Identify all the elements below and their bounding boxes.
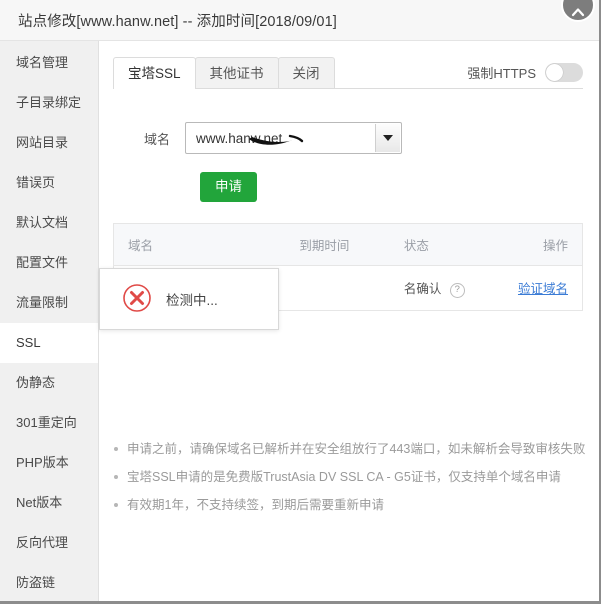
sidebar-item-rewrite[interactable]: 伪静态 — [0, 363, 98, 403]
toggle-knob — [546, 64, 563, 81]
sidebar-item-label: 反向代理 — [16, 535, 69, 550]
detecting-modal: 检测中... — [99, 268, 279, 330]
ssl-tabs: 宝塔SSL 其他证书 关闭 — [113, 57, 335, 89]
ssl-tabs-row: 宝塔SSL 其他证书 关闭 强制HTTPS — [113, 55, 583, 89]
sidebar-item-error-page[interactable]: 错误页 — [0, 163, 98, 203]
sidebar-item-label: 防盗链 — [16, 575, 56, 590]
modal-message: 检测中... — [166, 293, 218, 308]
sidebar-item-domain-manage[interactable]: 域名管理 — [0, 43, 98, 83]
sidebar-item-reverse-proxy[interactable]: 反向代理 — [0, 523, 98, 563]
ssl-notes-list: 申请之前，请确保域名已解析并在安全组放行了443端口，如未解析会导致审核失败 宝… — [113, 435, 585, 519]
force-https-toggle[interactable] — [545, 63, 583, 82]
domain-select-value: www.hanw.net — [196, 130, 283, 146]
sidebar-item-default-doc[interactable]: 默认文档 — [0, 203, 98, 243]
close-icon[interactable] — [561, 0, 595, 22]
error-circle-x-icon — [122, 283, 152, 316]
site-modify-window: 站点修改[www.hanw.net] -- 添加时间[2018/09/01] 域… — [0, 0, 601, 604]
apply-button[interactable]: 申请 — [200, 172, 257, 202]
status-text: 名确认 — [403, 281, 442, 296]
domain-select[interactable]: www.hanw.net — [185, 122, 402, 154]
tab-bt-ssl[interactable]: 宝塔SSL — [113, 57, 196, 89]
cell-action: 验证域名 — [494, 265, 583, 310]
sidebar-item-label: Net版本 — [16, 495, 63, 510]
sidebar-item-subdir-bind[interactable]: 子目录绑定 — [0, 83, 98, 123]
domain-field-row: 域名 www.hanw.net — [113, 122, 583, 154]
sidebar-item-label: 配置文件 — [16, 255, 69, 270]
sidebar-item-ssl[interactable]: SSL — [0, 323, 98, 363]
column-header-domain: 域名 — [113, 223, 286, 266]
sidebar-item-label: 默认文档 — [16, 215, 69, 230]
sidebar-item-label: 域名管理 — [16, 55, 69, 70]
verify-domain-link[interactable]: 验证域名 — [518, 282, 568, 296]
caret-glyph — [383, 135, 393, 141]
chevron-down-icon[interactable] — [375, 124, 400, 152]
sidebar-item-label: 网站目录 — [16, 135, 69, 150]
sidebar-item-config-file[interactable]: 配置文件 — [0, 243, 98, 283]
sidebar-item-label: 301重定向 — [16, 415, 77, 430]
sidebar-item-hotlink-protect[interactable]: 防盗链 — [0, 563, 98, 601]
sidebar-item-label: 流量限制 — [16, 295, 69, 310]
sidebar-item-php-version[interactable]: PHP版本 — [0, 443, 98, 483]
note-item: 有效期1年，不支持续签，到期后需要重新申请 — [113, 491, 583, 519]
sidebar-item-301-redirect[interactable]: 301重定向 — [0, 403, 98, 443]
sidebar-item-traffic-limit[interactable]: 流量限制 — [0, 283, 98, 323]
domain-field-label: 域名 — [143, 131, 170, 147]
tab-close[interactable]: 关闭 — [277, 57, 335, 88]
sidebar-item-label: 错误页 — [16, 175, 56, 190]
sidebar-item-label: 伪静态 — [16, 375, 56, 390]
force-https-label: 强制HTTPS — [467, 66, 536, 81]
column-header-expire: 到期时间 — [285, 223, 390, 266]
note-item: 申请之前，请确保域名已解析并在安全组放行了443端口，如未解析会导致审核失败 — [113, 435, 585, 463]
question-mark-icon[interactable]: ? — [449, 282, 465, 298]
apply-row: 申请 — [113, 172, 583, 202]
window-body: 域名管理 子目录绑定 网站目录 错误页 默认文档 配置文件 流量限制 SSL 伪… — [0, 41, 599, 601]
column-header-action: 操作 — [494, 223, 583, 266]
window-titlebar: 站点修改[www.hanw.net] -- 添加时间[2018/09/01] — [0, 0, 599, 41]
sidebar-item-label: 子目录绑定 — [16, 95, 82, 110]
sidebar-item-label: PHP版本 — [16, 455, 69, 470]
table-head: 域名 到期时间 状态 操作 — [113, 223, 583, 266]
column-header-status: 状态 — [389, 223, 495, 266]
sidebar-item-label: SSL — [16, 335, 41, 350]
sidebar-item-net-version[interactable]: Net版本 — [0, 483, 98, 523]
cell-expire — [285, 265, 390, 310]
force-https-control: 强制HTTPS — [467, 63, 583, 88]
settings-sidebar: 域名管理 子目录绑定 网站目录 错误页 默认文档 配置文件 流量限制 SSL 伪… — [0, 41, 99, 601]
sidebar-item-site-directory[interactable]: 网站目录 — [0, 123, 98, 163]
tab-other-cert[interactable]: 其他证书 — [194, 57, 279, 88]
page-title: 站点修改[www.hanw.net] -- 添加时间[2018/09/01] — [18, 13, 337, 30]
cell-status: 名确认 ? — [389, 265, 495, 310]
note-item: 宝塔SSL申请的是免费版TrustAsia DV SSL CA - G5证书，仅… — [113, 463, 583, 491]
table-header-row: 域名 到期时间 状态 操作 — [113, 223, 583, 266]
